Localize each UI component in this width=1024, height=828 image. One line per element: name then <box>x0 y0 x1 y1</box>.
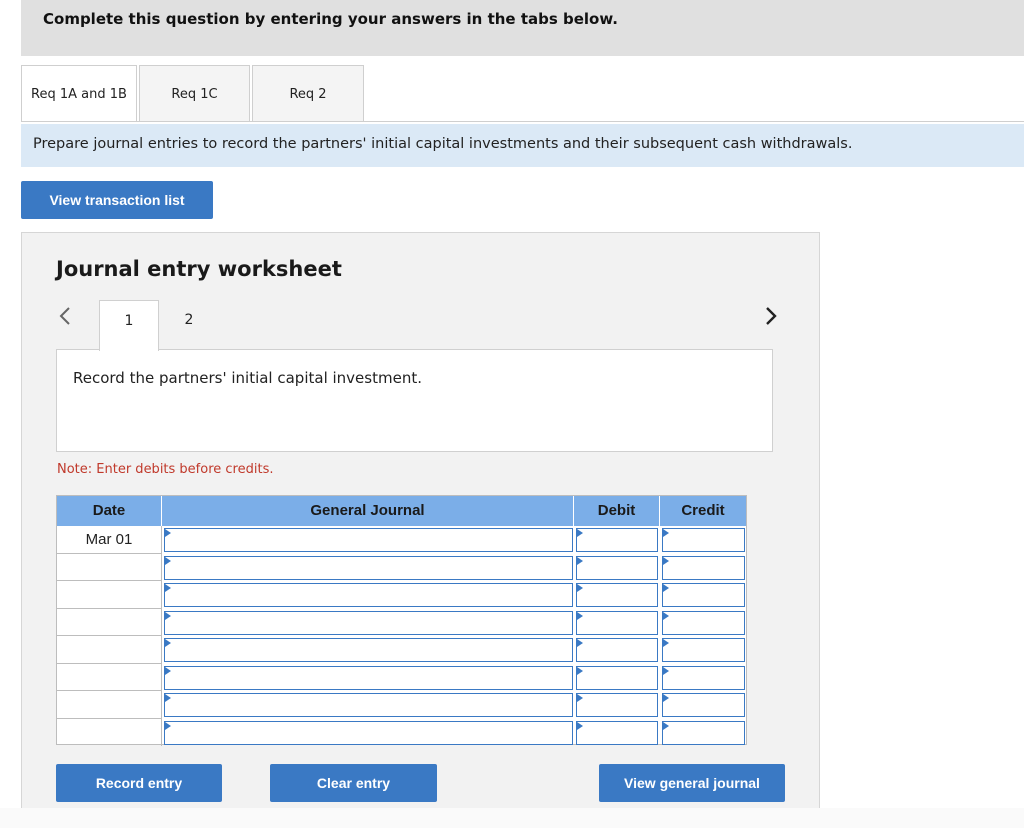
debit-input[interactable] <box>576 528 658 552</box>
general-journal-input[interactable] <box>164 555 573 580</box>
journal-entry-worksheet: Journal entry worksheet 1 2 Record the p… <box>21 232 820 808</box>
entry-description: Record the partners' initial capital inv… <box>73 369 422 387</box>
general-journal-input[interactable] <box>164 720 573 745</box>
debit-input[interactable] <box>576 720 658 745</box>
credit-input[interactable] <box>662 720 745 745</box>
worksheet-title: Journal entry worksheet <box>56 257 342 281</box>
view-transaction-list-button[interactable]: View transaction list <box>21 181 213 219</box>
table-row <box>57 718 746 746</box>
credit-input[interactable] <box>662 555 745 580</box>
table-row <box>57 608 746 636</box>
date-cell <box>57 636 162 664</box>
general-journal-input[interactable] <box>164 693 573 717</box>
prompt-bar: Prepare journal entries to record the pa… <box>21 124 1024 167</box>
general-journal-input[interactable] <box>164 528 573 552</box>
entry-note: Note: Enter debits before credits. <box>57 462 274 477</box>
general-journal-input[interactable] <box>164 583 573 607</box>
chevron-right-icon[interactable] <box>764 305 778 327</box>
step-tab-1[interactable]: 1 <box>99 300 159 351</box>
debit-input[interactable] <box>576 583 658 607</box>
prompt-text: Prepare journal entries to record the pa… <box>33 136 853 152</box>
date-cell <box>57 581 162 609</box>
journal-table: Date General Journal Debit Credit Mar 01 <box>56 495 747 746</box>
date-cell: Mar 01 <box>57 526 162 554</box>
date-cell <box>57 608 162 636</box>
date-cell <box>57 718 162 746</box>
debit-input[interactable] <box>576 638 658 662</box>
debit-input[interactable] <box>576 665 658 690</box>
page-bottom <box>0 808 1024 828</box>
general-journal-input[interactable] <box>164 610 573 635</box>
column-header-debit: Debit <box>574 496 660 526</box>
credit-input[interactable] <box>662 638 745 662</box>
instruction-bar: Complete this question by entering your … <box>21 0 1024 56</box>
column-header-general-journal: General Journal <box>162 496 574 526</box>
credit-input[interactable] <box>662 665 745 690</box>
credit-input[interactable] <box>662 583 745 607</box>
general-journal-input[interactable] <box>164 665 573 690</box>
clear-entry-button[interactable]: Clear entry <box>270 764 437 802</box>
debit-input[interactable] <box>576 610 658 635</box>
record-entry-button[interactable]: Record entry <box>56 764 222 802</box>
tab-req-1c[interactable]: Req 1C <box>139 65 250 122</box>
date-cell <box>57 553 162 581</box>
table-row <box>57 663 746 691</box>
instruction-text: Complete this question by entering your … <box>43 10 618 28</box>
table-row <box>57 636 746 664</box>
tab-req-1a-1b[interactable]: Req 1A and 1B <box>21 65 137 122</box>
date-cell <box>57 691 162 719</box>
tab-divider <box>21 121 1024 122</box>
table-row <box>57 691 746 719</box>
tab-req-2[interactable]: Req 2 <box>252 65 364 122</box>
column-header-credit: Credit <box>660 496 746 526</box>
debit-input[interactable] <box>576 555 658 580</box>
credit-input[interactable] <box>662 693 745 717</box>
view-general-journal-button[interactable]: View general journal <box>599 764 785 802</box>
entry-description-box: Record the partners' initial capital inv… <box>56 349 773 452</box>
chevron-left-icon[interactable] <box>58 305 72 327</box>
date-cell <box>57 663 162 691</box>
debit-input[interactable] <box>576 693 658 717</box>
table-row <box>57 581 746 609</box>
table-row: Mar 01 <box>57 526 746 554</box>
credit-input[interactable] <box>662 610 745 635</box>
step-tab-2[interactable]: 2 <box>159 300 219 350</box>
column-header-date: Date <box>57 496 162 526</box>
credit-input[interactable] <box>662 528 745 552</box>
table-row <box>57 553 746 581</box>
general-journal-input[interactable] <box>164 638 573 662</box>
